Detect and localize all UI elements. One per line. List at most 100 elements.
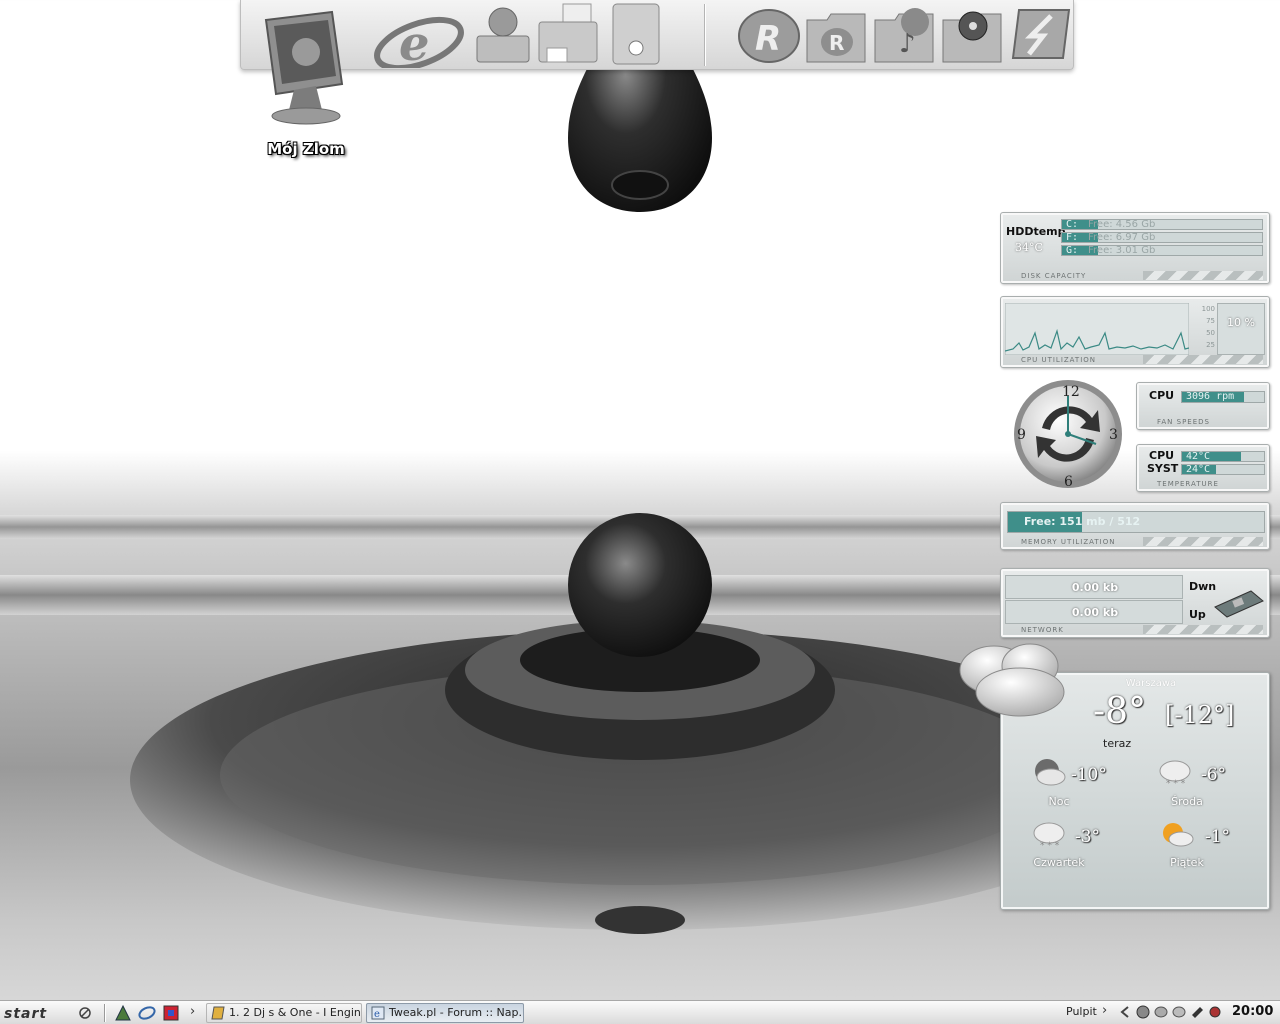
tray-bug-icon[interactable] <box>1208 1005 1222 1019</box>
temp-syst-bar: 24°C <box>1181 464 1265 475</box>
internet-explorer-icon[interactable]: e <box>373 2 464 72</box>
network-down-value: 0.00 kb <box>1071 581 1119 594</box>
forecast-label: Środa <box>1171 795 1203 808</box>
svg-text:R: R <box>829 31 844 55</box>
network-up-box: 0.00 kb <box>1005 600 1183 624</box>
forecast-temp: -10° <box>1071 765 1107 785</box>
network-up-value: 0.00 kb <box>1071 606 1119 619</box>
quicklaunch-app-icon[interactable] <box>162 1004 180 1022</box>
svg-text:♪: ♪ <box>899 29 916 59</box>
temp-cpu-value: 42°C <box>1186 451 1211 462</box>
tray-drive-icon[interactable] <box>1172 1005 1186 1019</box>
snow-cloud-icon: * * * <box>1159 760 1191 787</box>
cpu-tick: 25 <box>1206 341 1215 349</box>
cpu-caption: CPU UTILIZATION <box>1021 356 1097 364</box>
temp-cpu-bar: 42°C <box>1181 451 1265 462</box>
real-player-icon[interactable]: R <box>737 2 801 66</box>
dock-separator <box>704 4 706 66</box>
desktop-icon-my-computer[interactable]: Mój Zlom <box>258 6 354 162</box>
start-label: start <box>4 1006 48 1022</box>
network-widget: 0.00 kb 0.00 kb Dwn Up NETWORK <box>1000 568 1270 638</box>
sun-cloud-icon <box>1163 823 1194 847</box>
hdd-title: HDDtemp <box>1006 225 1066 238</box>
desktop-toolbar-chevron[interactable]: › <box>1102 1003 1107 1018</box>
snow-cloud-icon: * * * <box>1033 822 1065 849</box>
drive-bar-c: C: Free: 4.56 Gb <box>1061 219 1263 230</box>
music-folder-icon[interactable]: ♪ <box>873 2 937 66</box>
tray-drive-icon[interactable] <box>1154 1005 1168 1019</box>
tool-icon[interactable] <box>611 2 675 66</box>
network-up-label: Up <box>1189 608 1206 621</box>
video-folder-icon[interactable] <box>941 2 1005 66</box>
start-logo-icon <box>79 1007 91 1019</box>
memory-stripes <box>1143 537 1263 546</box>
cpu-ticks: 100 75 50 25 <box>1191 303 1215 355</box>
hdd-temp: 34°C <box>1015 241 1043 254</box>
temp-syst-value: 24°C <box>1186 464 1211 475</box>
svg-text:e: e <box>374 1009 380 1020</box>
memory-caption: MEMORY UTILIZATION <box>1021 538 1116 546</box>
svg-text:e: e <box>399 16 430 68</box>
documents-icon[interactable] <box>537 2 601 66</box>
fan-bar: 3096 rpm <box>1181 391 1265 403</box>
fan-value: 3096 rpm <box>1186 391 1235 402</box>
temp-syst-label: SYST <box>1147 462 1179 475</box>
quicklaunch-ie-icon[interactable] <box>138 1004 156 1022</box>
drive-f-free: Free: 6.97 Gb <box>1088 232 1156 243</box>
svg-text:R: R <box>755 19 781 59</box>
svg-text:* * *: * * * <box>1040 841 1060 849</box>
weather-current-temp: -8° <box>1093 691 1147 732</box>
drive-bar-f: F: Free: 6.97 Gb <box>1061 232 1263 243</box>
gnome-monitor-icon <box>264 10 344 125</box>
svg-text:* * *: * * * <box>1166 779 1186 787</box>
task-button-browser[interactable]: e Tweak.pl - Forum :: Nap... <box>366 1003 524 1023</box>
network-down-box: 0.00 kb <box>1005 575 1183 599</box>
analog-clock: 12 3 6 9 <box>1014 380 1122 490</box>
drive-f-letter: F: <box>1066 232 1079 243</box>
drive-g-letter: G: <box>1066 245 1079 256</box>
tray-network-icon[interactable] <box>1190 1005 1204 1019</box>
quicklaunch-chevron[interactable]: › <box>190 1004 195 1019</box>
cpu-tick: 50 <box>1206 329 1215 337</box>
fan-label: CPU <box>1149 389 1175 402</box>
forecast-label: Noc <box>1048 795 1070 808</box>
clock-numeral: 12 <box>1062 384 1080 400</box>
forecast-label: Czwartek <box>1033 856 1085 869</box>
fan-caption: FAN SPEEDS <box>1157 418 1210 426</box>
forecast-temp: -3° <box>1075 827 1101 847</box>
clock-numeral: 6 <box>1064 474 1073 490</box>
cpu-stripes <box>1143 355 1263 364</box>
desktop-toolbar-label[interactable]: Pulpit <box>1066 1005 1097 1018</box>
memory-widget: Free: 151 mb / 512 MEMORY UTILIZATION <box>1000 502 1270 550</box>
hdd-widget: HDDtemp 34°C C: Free: 4.56 Gb F: Free: 6… <box>1000 212 1270 284</box>
network-stripes <box>1143 625 1263 634</box>
weather-city: Warszawa <box>1125 678 1177 689</box>
weather-now-label: teraz <box>1103 737 1132 750</box>
clock-numeral: 3 <box>1109 427 1118 443</box>
temp-cpu-label: CPU <box>1149 449 1175 462</box>
cpu-widget: 100 75 50 25 10 % CPU UTILIZATION <box>1000 296 1270 368</box>
night-cloud-icon <box>1035 759 1066 786</box>
memory-bar: Free: 151 mb / 512 <box>1007 511 1265 533</box>
ftp-icon[interactable] <box>473 2 537 66</box>
taskbar: start › 1. 2 Dj s & One - I Engin... e T… <box>0 1000 1280 1024</box>
registry-icon[interactable]: R <box>805 2 869 66</box>
forecast-temp: -1° <box>1205 827 1231 847</box>
task-label: Tweak.pl - Forum :: Nap... <box>389 1006 524 1019</box>
weather-feels-like: [-12°] <box>1165 701 1235 729</box>
quicklaunch-show-desktop-icon[interactable] <box>114 1004 132 1022</box>
start-button[interactable]: start <box>4 1003 94 1023</box>
tray-arrow-icon[interactable] <box>1118 1005 1132 1019</box>
drive-c-free: Free: 4.56 Gb <box>1088 219 1156 230</box>
tray-globe-icon[interactable] <box>1136 1005 1150 1019</box>
dock: e R R ♪ <box>240 0 1074 72</box>
clock-numeral: 9 <box>1017 427 1026 443</box>
drive-bar-g: G: Free: 3.01 Gb <box>1061 245 1263 256</box>
task-button-winamp[interactable]: 1. 2 Dj s & One - I Engin... <box>206 1003 362 1023</box>
hdd-caption: DISK CAPACITY <box>1021 272 1087 280</box>
taskbar-clock[interactable]: 20:00 <box>1232 1004 1273 1019</box>
winamp-icon[interactable] <box>1009 2 1073 66</box>
network-card-icon <box>1214 590 1264 618</box>
internet-explorer-icon: e <box>371 1006 385 1020</box>
temperature-widget: CPU 42°C SYST 24°C TEMPERATURE <box>1136 444 1270 492</box>
